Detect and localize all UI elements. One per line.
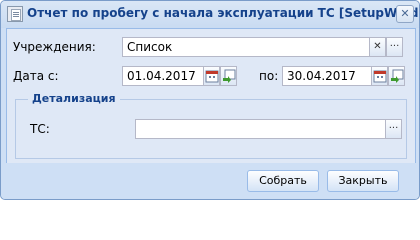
close-button[interactable]: Закрыть bbox=[327, 170, 399, 192]
calendar-arrow-icon[interactable] bbox=[388, 66, 405, 86]
date-to-field[interactable]: 30.04.2017 bbox=[282, 66, 372, 86]
institution-label: Учреждения: bbox=[13, 40, 96, 54]
form-panel: Учреждения: Список ✕ ··· Дата с: 01.04.2… bbox=[6, 28, 416, 164]
ellipsis-icon[interactable]: ··· bbox=[386, 37, 403, 57]
date-from-field[interactable]: 01.04.2017 bbox=[122, 66, 204, 86]
calendar-icon[interactable] bbox=[203, 66, 220, 86]
title-bar[interactable]: Отчет по пробегу с начала эксплуатации Т… bbox=[1, 1, 419, 28]
date-from-label: Дата с: bbox=[13, 69, 59, 83]
window-title: Отчет по пробегу с начала эксплуатации Т… bbox=[27, 6, 420, 20]
calendar-icon[interactable] bbox=[371, 66, 388, 86]
setup-window: Отчет по пробегу с начала эксплуатации Т… bbox=[0, 0, 420, 200]
close-icon[interactable]: ✕ bbox=[396, 5, 414, 23]
vehicle-field[interactable] bbox=[135, 119, 388, 139]
detail-legend: Детализация bbox=[28, 92, 120, 105]
institution-field[interactable]: Список bbox=[122, 37, 370, 57]
detail-fieldset: Детализация ТС: ··· bbox=[15, 92, 407, 159]
ellipsis-icon[interactable]: ··· bbox=[385, 119, 402, 139]
button-bar: Собрать Закрыть bbox=[1, 163, 419, 199]
clear-icon[interactable]: ✕ bbox=[369, 37, 386, 57]
date-to-label: по: bbox=[259, 69, 279, 83]
calendar-arrow-icon[interactable] bbox=[220, 66, 237, 86]
report-icon bbox=[7, 6, 23, 22]
collect-button[interactable]: Собрать bbox=[247, 170, 319, 192]
vehicle-label: ТС: bbox=[30, 122, 50, 136]
